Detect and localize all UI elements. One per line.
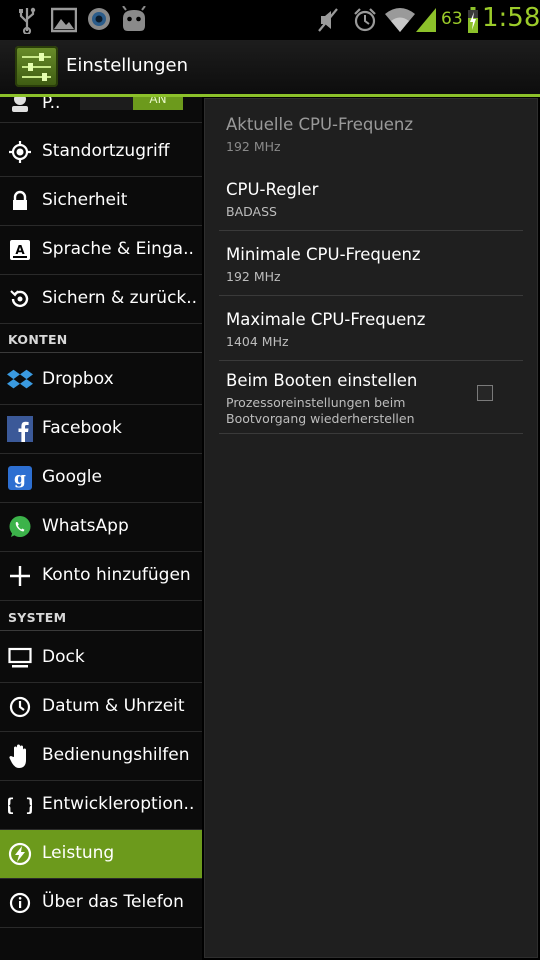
sidebar-item-security[interactable]: Sicherheit: [0, 177, 202, 226]
sidebar-item-label: Facebook: [42, 418, 122, 438]
performance-settings-panel: Aktuelle CPU-Frequenz 192 MHz CPU-Regler…: [204, 98, 538, 958]
pref-title: CPU-Regler: [226, 180, 319, 199]
plus-icon: [7, 563, 33, 589]
person-icon: [7, 97, 33, 116]
svg-text:A: A: [15, 243, 25, 257]
svg-text:{ }: { }: [8, 795, 32, 816]
location-icon: [7, 139, 33, 165]
toggle-switch[interactable]: AN: [80, 97, 183, 110]
section-header-label: KONTEN: [8, 332, 68, 347]
lock-icon: [7, 188, 33, 214]
sidebar-item-google[interactable]: g Google: [0, 454, 202, 503]
pref-title: Minimale CPU-Frequenz: [226, 245, 421, 264]
clock: 1:58: [482, 3, 540, 33]
signal-icon: [416, 8, 436, 32]
wifi-icon: [385, 8, 415, 32]
sidebar-item-label: Sichern & zurück..: [42, 288, 198, 308]
section-header-label: SYSTEM: [8, 610, 67, 625]
divider: [219, 433, 523, 434]
battery-percent: 63: [441, 9, 463, 29]
monitor-icon: [7, 645, 33, 671]
action-bar: Einstellungen: [0, 40, 540, 97]
sidebar-item-accessibility[interactable]: Bedienungshilfen: [0, 732, 202, 781]
sidebar-item-label: Google: [42, 467, 102, 487]
sidebar-item-about-phone[interactable]: Über das Telefon: [0, 879, 202, 928]
sidebar-item-developer-options[interactable]: { } Entwickleroption..: [0, 781, 202, 830]
sidebar-item-whatsapp[interactable]: WhatsApp: [0, 503, 202, 552]
section-header-system: SYSTEM: [0, 606, 202, 631]
status-bar: 63 1:58: [0, 0, 540, 40]
sidebar-item-label: P..: [42, 97, 61, 113]
backup-icon: [7, 286, 33, 312]
settings-sliders-icon[interactable]: [15, 46, 58, 87]
pref-min-cpu-frequency[interactable]: Minimale CPU-Frequenz 192 MHz: [219, 231, 523, 296]
pref-summary: BADASS: [226, 204, 277, 219]
toggle-label: AN: [149, 97, 167, 106]
mute-icon: [318, 8, 338, 32]
sidebar-item-facebook[interactable]: Facebook: [0, 405, 202, 454]
pref-set-on-boot[interactable]: Beim Booten einstellen Prozessoreinstell…: [219, 361, 523, 434]
sidebar-item-label: Standortzugriff: [42, 141, 170, 161]
pref-title: Aktuelle CPU-Frequenz: [226, 115, 414, 134]
whatsapp-icon: [7, 514, 33, 540]
sidebar-item-label: Entwickleroption..: [42, 794, 195, 814]
battery-charging-icon: [468, 7, 478, 33]
android-icon: [122, 6, 146, 31]
pref-title: Maximale CPU-Frequenz: [226, 310, 426, 329]
alarm-icon: [354, 8, 376, 32]
svg-text:g: g: [14, 469, 26, 489]
camera-icon: [88, 8, 110, 30]
pref-summary: 1404 MHz: [226, 334, 289, 349]
pref-current-cpu-frequency: Aktuelle CPU-Frequenz 192 MHz: [219, 99, 523, 164]
sidebar-item-dropbox[interactable]: Dropbox: [0, 356, 202, 405]
pref-summary-line-2: Bootvorgang wiederherstellen: [226, 411, 415, 426]
hand-icon: [7, 743, 33, 769]
pref-max-cpu-frequency[interactable]: Maximale CPU-Frequenz 1404 MHz: [219, 296, 523, 361]
keyboard-icon: A: [7, 237, 33, 263]
sidebar-item-location[interactable]: Standortzugriff: [0, 128, 202, 177]
pref-summary: 192 MHz: [226, 139, 281, 154]
google-icon: g: [7, 465, 33, 491]
sidebar-item-backup[interactable]: Sichern & zurück..: [0, 275, 202, 324]
pref-summary-line-1: Prozessoreinstellungen beim: [226, 395, 406, 410]
settings-headers-list: P.. AN Standortzugriff Sicherheit A Spra…: [0, 97, 202, 960]
sidebar-item-dock[interactable]: Dock: [0, 634, 202, 683]
sidebar-item-add-account[interactable]: Konto hinzufügen: [0, 552, 202, 601]
sidebar-item-label: Dock: [42, 647, 85, 667]
info-icon: [7, 890, 33, 916]
facebook-icon: [7, 416, 33, 442]
toggle-on-thumb: AN: [133, 97, 183, 110]
braces-icon: { }: [7, 792, 33, 818]
pref-summary: 192 MHz: [226, 269, 281, 284]
sidebar-item-label: Dropbox: [42, 369, 114, 389]
set-on-boot-checkbox[interactable]: [477, 385, 493, 401]
pref-title: Beim Booten einstellen: [226, 371, 418, 390]
sidebar-item-label: WhatsApp: [42, 516, 129, 536]
section-header-accounts: KONTEN: [0, 328, 202, 353]
sidebar-item-performance[interactable]: Leistung: [0, 830, 202, 879]
sidebar-item-label: Datum & Uhrzeit: [42, 696, 185, 716]
dropbox-icon: [7, 367, 33, 393]
sidebar-item-date-time[interactable]: Datum & Uhrzeit: [0, 683, 202, 732]
sidebar-item-label: Bedienungshilfen: [42, 745, 190, 765]
pref-cpu-governor[interactable]: CPU-Regler BADASS: [219, 164, 523, 231]
usb-icon: [19, 7, 36, 34]
page-title: Einstellungen: [66, 55, 189, 76]
sidebar-item-personal-toggle[interactable]: P.. AN: [0, 97, 202, 123]
sidebar-item-label: Sicherheit: [42, 190, 128, 210]
power-bolt-icon: [7, 841, 33, 867]
sidebar-item-label: Leistung: [42, 843, 115, 863]
image-icon: [51, 7, 77, 33]
sidebar-item-label: Konto hinzufügen: [42, 565, 191, 585]
clock-icon: [7, 694, 33, 720]
sidebar-item-label: Sprache & Einga..: [42, 239, 194, 259]
sidebar-item-language[interactable]: A Sprache & Einga..: [0, 226, 202, 275]
sidebar-item-label: Über das Telefon: [42, 892, 184, 912]
